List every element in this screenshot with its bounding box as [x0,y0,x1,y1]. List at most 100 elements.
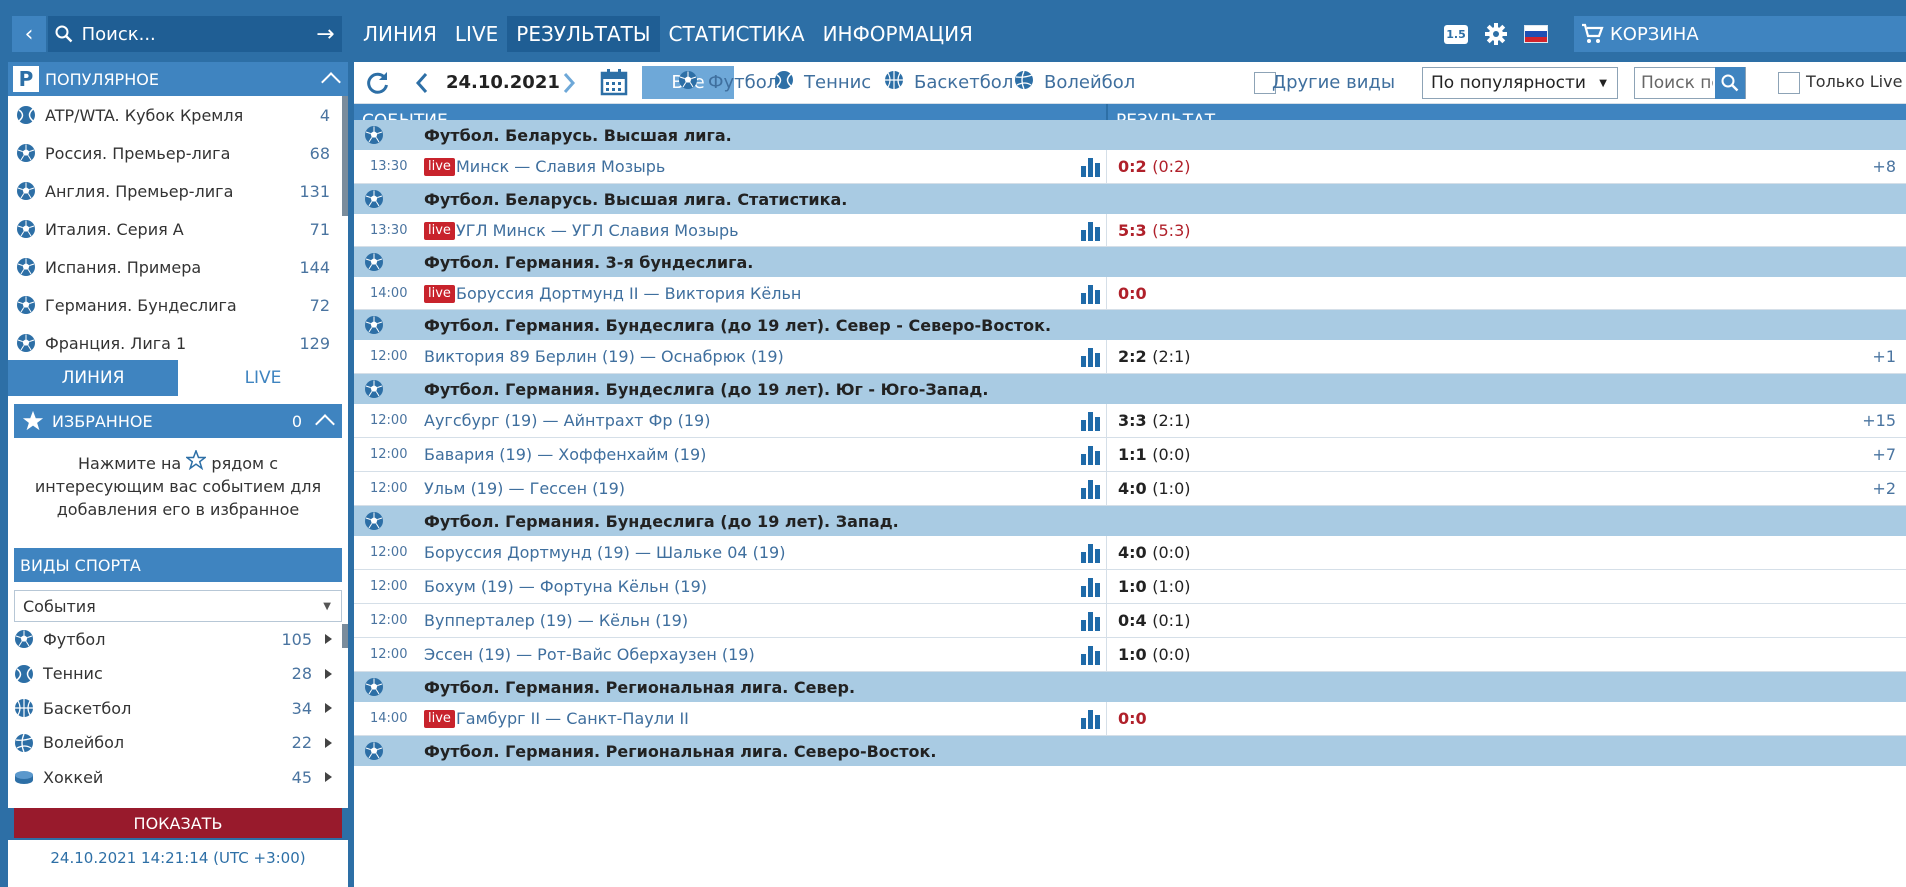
search-button[interactable] [1715,67,1745,99]
sport-item[interactable]: Футбол 105 [14,622,342,657]
stats-icon[interactable] [1080,542,1102,568]
match-teams[interactable]: Эссен (19) — Рот-Вайс Оберхаузен (19) [424,645,755,664]
table-row[interactable]: 12:00 Бохум (19) — Фортуна Кёльн (19) 1:… [354,570,1906,604]
popular-item[interactable]: Германия. Бундеслига 72 [8,286,348,324]
stats-icon[interactable] [1080,220,1102,246]
nav-item-3[interactable]: СТАТИСТИКА [660,16,814,52]
refresh-icon[interactable] [364,70,390,96]
match-teams[interactable]: Боруссия Дортмунд II — Виктория Кёльн [456,284,801,303]
table-row[interactable]: 14:00 live Боруссия Дортмунд II — Виктор… [354,277,1906,310]
stats-icon[interactable] [1080,444,1102,470]
table-row[interactable]: 14:00 live Гамбург II — Санкт-Паули II 0… [354,702,1906,736]
more-events-link[interactable]: +1 [1872,347,1896,366]
popular-item[interactable]: ATP/WTA. Кубок Кремля 4 [8,96,348,134]
league-row[interactable]: Футбол. Германия. Региональная лига. Сев… [354,672,1906,702]
popular-item[interactable]: Франция. Лига 1 129 [8,324,348,362]
match-teams[interactable]: Бохум (19) — Фортуна Кёльн (19) [424,577,707,596]
popular-item[interactable]: Россия. Премьер-лига 68 [8,134,348,172]
calendar-icon[interactable] [600,68,628,96]
favorites-header[interactable]: ИЗБРАННОЕ 0 [14,404,342,438]
nav-item-2[interactable]: РЕЗУЛЬТАТЫ [507,16,660,52]
match-teams[interactable]: Вупперталер (19) — Кёльн (19) [424,611,688,630]
sport-filter[interactable]: Баскетбол [884,70,1013,95]
nav-item-0[interactable]: ЛИНИЯ [354,16,446,52]
expand-arrow-icon[interactable] [325,737,332,748]
stats-icon[interactable] [1080,576,1102,602]
match-teams[interactable]: Бавария (19) — Хоффенхайм (19) [424,445,706,464]
table-row[interactable]: 13:30 live УГЛ Минск — УГЛ Славия Мозырь… [354,214,1906,247]
league-row[interactable]: Футбол. Германия. Региональная лига. Сев… [354,736,1906,766]
stats-icon[interactable] [1080,156,1102,182]
stats-icon[interactable] [1080,346,1102,372]
arrow-right-icon[interactable]: → [309,22,342,47]
league-row[interactable]: Футбол. Германия. Бундеслига (до 19 лет)… [354,506,1906,536]
sport-item[interactable]: Хоккей 45 [14,760,342,795]
search-input[interactable] [79,22,309,46]
show-button[interactable]: ПОКАЗАТЬ [14,808,342,838]
expand-arrow-icon[interactable] [325,668,332,679]
match-teams[interactable]: УГЛ Минск — УГЛ Славия Мозырь [456,221,739,240]
match-teams[interactable]: Боруссия Дортмунд (19) — Шальке 04 (19) [424,543,785,562]
cart-button[interactable]: КОРЗИНА [1574,16,1906,52]
nav-item-4[interactable]: ИНФОРМАЦИЯ [814,16,982,52]
league-row[interactable]: Футбол. Германия. Бундеслига (до 19 лет)… [354,374,1906,404]
more-events-link[interactable]: +2 [1872,479,1896,498]
nav-item-1[interactable]: LIVE [446,16,507,52]
version-badge[interactable]: 1.5 [1444,25,1468,44]
scrollbar[interactable] [342,624,348,648]
tab-line[interactable]: ЛИНИЯ [8,360,178,396]
russian-flag-icon[interactable] [1524,25,1548,43]
expand-arrow-icon[interactable] [325,634,332,645]
stats-icon[interactable] [1080,644,1102,670]
back-button[interactable]: ‹ [12,16,46,52]
table-row[interactable]: 12:00 Ульм (19) — Гессен (19) 4:0 (1:0) … [354,472,1906,506]
only-live-checkbox[interactable] [1778,72,1800,94]
table-row[interactable]: 12:00 Виктория 89 Берлин (19) — Оснабрюк… [354,340,1906,374]
sports-select[interactable]: События ▼ [14,590,342,622]
league-row[interactable]: Футбол. Германия. 3-я бундеслига. [354,247,1906,277]
league-row[interactable]: Футбол. Беларусь. Высшая лига. Статистик… [354,184,1906,214]
table-row[interactable]: 12:00 Аугсбург (19) — Айнтрахт Фр (19) 3… [354,404,1906,438]
match-teams[interactable]: Гамбург II — Санкт-Паули II [456,709,689,728]
chevron-right-icon[interactable] [561,71,577,95]
stats-icon[interactable] [1080,283,1102,309]
match-teams[interactable]: Виктория 89 Берлин (19) — Оснабрюк (19) [424,347,784,366]
popular-item[interactable]: Италия. Серия А 71 [8,210,348,248]
sport-item[interactable]: Баскетбол 34 [14,691,342,726]
table-row[interactable]: 12:00 Боруссия Дортмунд (19) — Шальке 04… [354,536,1906,570]
stats-icon[interactable] [1080,478,1102,504]
more-events-link[interactable]: +8 [1872,157,1896,176]
event-search-input[interactable] [1635,72,1715,94]
gear-icon[interactable] [1484,22,1508,46]
table-row[interactable]: 12:00 Вупперталер (19) — Кёльн (19) 0:4 … [354,604,1906,638]
tab-live[interactable]: LIVE [178,360,348,396]
popular-header[interactable]: P ПОПУЛЯРНОЕ [8,62,348,96]
stats-icon[interactable] [1080,610,1102,636]
expand-arrow-icon[interactable] [325,772,332,783]
stats-icon[interactable] [1080,708,1102,734]
sort-select[interactable]: По популярности ▼ [1422,67,1618,99]
table-row[interactable]: 12:00 Бавария (19) — Хоффенхайм (19) 1:1… [354,438,1906,472]
table-row[interactable]: 12:00 Эссен (19) — Рот-Вайс Оберхаузен (… [354,638,1906,672]
popular-item[interactable]: Англия. Премьер-лига 131 [8,172,348,210]
match-teams[interactable]: Аугсбург (19) — Айнтрахт Фр (19) [424,411,710,430]
chevron-up-icon[interactable] [315,414,335,434]
half-score: (0:0) [1152,445,1191,464]
sport-filter[interactable]: Волейбол [1014,70,1135,95]
sport-item[interactable]: Теннис 28 [14,657,342,692]
table-row[interactable]: 13:30 live Минск — Славия Мозырь 0:2 (0:… [354,150,1906,184]
sport-filter[interactable]: Футбол [678,70,778,95]
chevron-left-icon[interactable] [414,71,430,95]
match-teams[interactable]: Ульм (19) — Гессен (19) [424,479,625,498]
match-teams[interactable]: Минск — Славия Мозырь [456,157,665,176]
more-events-link[interactable]: +7 [1872,445,1896,464]
league-row[interactable]: Футбол. Беларусь. Высшая лига. [354,120,1906,150]
sport-item[interactable]: Волейбол 22 [14,726,342,761]
expand-arrow-icon[interactable] [325,703,332,714]
stats-icon[interactable] [1080,410,1102,436]
chevron-up-icon[interactable] [321,72,341,92]
sport-filter[interactable]: Теннис [774,70,871,95]
more-events-link[interactable]: +15 [1862,411,1896,430]
popular-item[interactable]: Испания. Примера 144 [8,248,348,286]
league-row[interactable]: Футбол. Германия. Бундеслига (до 19 лет)… [354,310,1906,340]
